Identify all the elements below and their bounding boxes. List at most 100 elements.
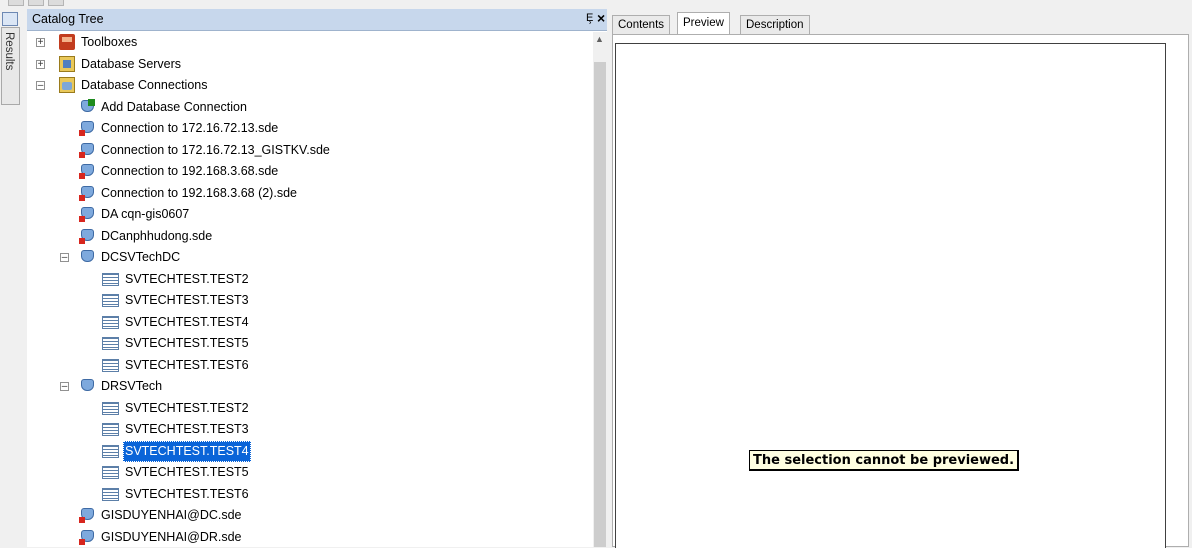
tree-item-label: SVTECHTEST.TEST4 xyxy=(123,440,251,462)
top-toolbar-strip xyxy=(0,0,1192,8)
tree-expander[interactable]: – xyxy=(60,382,69,392)
tree-item[interactable]: SVTECHTEST.TEST4 xyxy=(102,312,251,333)
preview-panel: Contents Preview Description The selection… xyxy=(612,9,1192,548)
tree-item-label: Connection to 172.16.72.13.sde xyxy=(101,121,279,135)
tree-item-label: SVTECHTEST.TEST5 xyxy=(125,465,249,479)
preview-content: The selection cannot be previewed. xyxy=(612,34,1189,548)
tree-expander[interactable]: – xyxy=(60,253,69,263)
table-icon xyxy=(102,401,119,415)
results-rail: Results xyxy=(0,9,22,547)
preview-frame: The selection cannot be previewed. xyxy=(615,43,1166,548)
sde-disconnected-icon xyxy=(79,185,95,201)
catalog-title-bar: Catalog Tree Ȩ × xyxy=(27,9,607,31)
database-connections-icon xyxy=(59,77,75,93)
vertical-scrollbar[interactable]: ▲ xyxy=(593,32,607,547)
toolbar-button[interactable] xyxy=(8,0,24,6)
tree-item-label: GISDUYENHAI@DR.sde xyxy=(101,529,242,544)
tree-item[interactable]: GISDUYENHAI@DR.sde xyxy=(79,527,244,548)
tree-item[interactable]: DRSVTech xyxy=(79,376,164,397)
sde-disconnected-icon xyxy=(79,120,95,136)
hammer-icon[interactable] xyxy=(2,12,18,26)
tree-item-label: DRSVTech xyxy=(101,379,163,393)
database-servers-icon xyxy=(59,55,75,72)
sde-connected-icon xyxy=(79,378,95,394)
results-tab[interactable]: Results xyxy=(1,27,20,105)
tree-item[interactable]: DA cqn-gis0607 xyxy=(79,204,191,225)
table-icon xyxy=(102,337,119,350)
tree-item-label: SVTECHTEST.TEST4 xyxy=(125,314,249,329)
sde-connected-icon xyxy=(79,249,95,265)
table-icon xyxy=(102,294,119,307)
tree-expander[interactable]: + xyxy=(36,38,45,48)
toolbar-button[interactable] xyxy=(48,0,64,6)
tree-item-label: SVTECHTEST.TEST6 xyxy=(125,486,249,501)
table-icon xyxy=(102,272,119,286)
tree-item-label: DCanphhudong.sde xyxy=(101,228,213,243)
table-icon xyxy=(102,423,119,436)
add-connection-icon xyxy=(79,98,95,115)
tree-item-label: Connection to 192.168.3.68 (2).sde xyxy=(101,185,297,200)
tab-preview[interactable]: Preview xyxy=(677,12,730,36)
catalog-tree-panel: Catalog Tree Ȩ × + Toolboxes + Database Ser… xyxy=(27,9,607,547)
tree-item[interactable]: Database Connections xyxy=(59,75,209,96)
sde-disconnected-icon xyxy=(79,163,95,179)
tree-item-label: Toolboxes xyxy=(81,35,138,49)
close-icon[interactable]: × xyxy=(597,10,605,26)
tree-item-label: SVTECHTEST.TEST2 xyxy=(125,400,249,415)
table-icon xyxy=(102,315,119,329)
tree-item[interactable]: Connection to 172.16.72.13.sde xyxy=(79,118,280,139)
tab-contents[interactable]: Contents xyxy=(612,15,671,35)
table-icon xyxy=(102,466,119,479)
tree-item[interactable]: SVTECHTEST.TEST6 xyxy=(102,355,251,376)
tree-item[interactable]: SVTECHTEST.TEST6 xyxy=(102,484,251,505)
tree-item-label: SVTECHTEST.TEST2 xyxy=(125,271,249,286)
tree-item-label: SVTECHTEST.TEST6 xyxy=(125,357,249,372)
tree-item-label: SVTECHTEST.TEST3 xyxy=(125,293,249,307)
table-icon xyxy=(102,444,119,458)
sde-disconnected-icon xyxy=(79,142,95,158)
tree-item-label: SVTECHTEST.TEST3 xyxy=(125,422,249,436)
preview-message: The selection cannot be previewed. xyxy=(749,450,1020,471)
tree-item[interactable]: SVTECHTEST.TEST2 xyxy=(102,269,251,290)
tree-item[interactable]: Connection to 172.16.72.13_GISTKV.sde xyxy=(79,140,332,161)
scroll-up-icon[interactable]: ▲ xyxy=(595,34,604,44)
tree-item-label: Connection to 172.16.72.13_GISTKV.sde xyxy=(101,142,330,157)
tree-item[interactable]: Toolboxes xyxy=(59,32,139,53)
sde-disconnected-icon xyxy=(79,529,95,545)
tree-item-label: GISDUYENHAI@DC.sde xyxy=(101,508,242,522)
catalog-title: Catalog Tree xyxy=(32,12,104,26)
tree-item[interactable]: Connection to 192.168.3.68.sde xyxy=(79,161,280,182)
tree-item-label: SVTECHTEST.TEST5 xyxy=(125,336,249,350)
tree-item[interactable]: SVTECHTEST.TEST4 xyxy=(102,440,251,462)
scrollbar-thumb[interactable] xyxy=(594,62,606,547)
tree-item-label: Connection to 192.168.3.68.sde xyxy=(101,164,279,178)
tree-item[interactable]: SVTECHTEST.TEST3 xyxy=(102,419,251,440)
sde-disconnected-icon xyxy=(79,507,95,523)
tree-item-label: Database Connections xyxy=(81,78,208,92)
tree-expander[interactable]: + xyxy=(36,59,45,69)
tree-item-label: DCSVTechDC xyxy=(101,250,181,264)
tree-item[interactable]: DCSVTechDC xyxy=(79,247,182,268)
catalog-tree: + Toolboxes + Database Servers – Database Con… xyxy=(27,32,592,547)
pin-icon[interactable]: Ȩ xyxy=(586,12,593,24)
tree-item[interactable]: SVTECHTEST.TEST5 xyxy=(102,462,251,483)
tree-item[interactable]: SVTECHTEST.TEST3 xyxy=(102,290,251,311)
table-icon xyxy=(102,487,119,501)
tree-expander[interactable]: – xyxy=(36,81,45,91)
tree-item[interactable]: Add Database Connection xyxy=(79,97,249,118)
sde-disconnected-icon xyxy=(79,228,95,244)
tree-item-label: Add Database Connection xyxy=(101,99,247,114)
tab-description[interactable]: Description xyxy=(740,15,810,35)
tree-item[interactable]: Connection to 192.168.3.68 (2).sde xyxy=(79,183,299,204)
table-icon xyxy=(102,358,119,372)
tree-item-label: DA cqn-gis0607 xyxy=(101,207,190,221)
tree-item[interactable]: GISDUYENHAI@DC.sde xyxy=(79,505,244,526)
tree-item[interactable]: SVTECHTEST.TEST2 xyxy=(102,398,251,419)
toolbox-icon xyxy=(59,34,75,50)
tree-item-label: Database Servers xyxy=(81,56,182,71)
tree-item[interactable]: SVTECHTEST.TEST5 xyxy=(102,333,251,354)
results-tab-label: Results xyxy=(3,32,15,71)
tree-item[interactable]: Database Servers xyxy=(59,54,183,75)
tree-item[interactable]: DCanphhudong.sde xyxy=(79,226,214,247)
toolbar-button[interactable] xyxy=(28,0,44,6)
